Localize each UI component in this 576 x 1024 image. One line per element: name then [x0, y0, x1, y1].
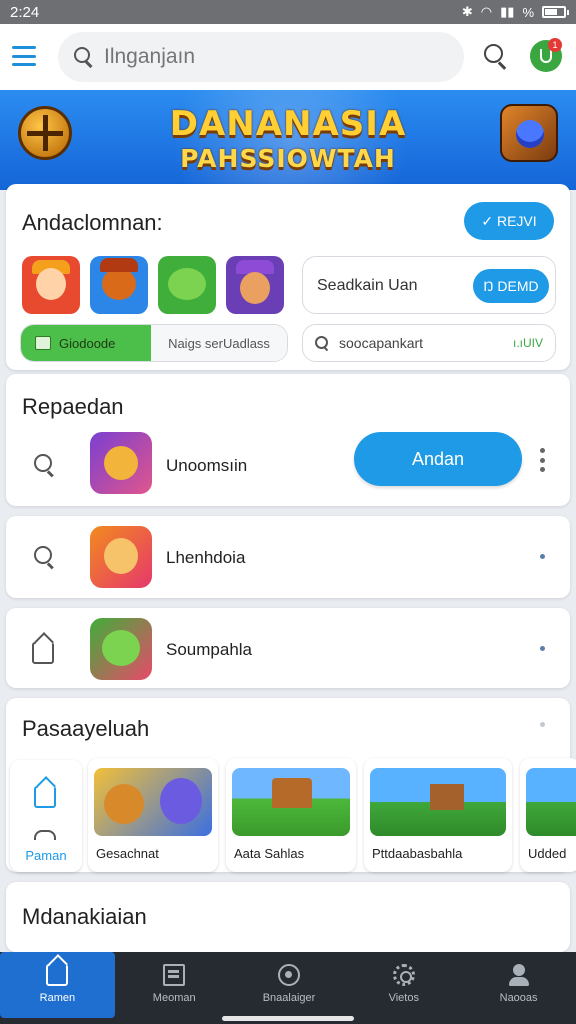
list-item[interactable]: Soumpahla: [6, 608, 570, 688]
status-time: 2:24: [10, 3, 40, 21]
status-bar: 2:24 ✱ ◠ ▮▮ %: [0, 0, 576, 24]
more-icon[interactable]: [540, 722, 545, 727]
game-app-icon[interactable]: [226, 256, 284, 314]
game-card[interactable]: Udded: [520, 758, 576, 872]
nav-item-settings[interactable]: Vietos: [346, 952, 461, 1024]
battery-icon: [542, 6, 569, 18]
demo-button[interactable]: Ŋ DEMD: [473, 269, 549, 303]
tab-active-label: Giodoode: [59, 335, 116, 351]
filter-search[interactable]: soocapankart ı.ıUIV: [302, 324, 556, 362]
open-button[interactable]: Andan: [354, 432, 522, 486]
nav-item-list[interactable]: Meoman: [117, 952, 232, 1024]
user-icon: [540, 49, 552, 63]
app-name: Unoomsıin: [166, 456, 248, 475]
home-icon: [34, 786, 56, 808]
home-tile-label: Paman: [25, 848, 67, 863]
notification-badge: 1: [548, 38, 562, 52]
filter-value: ı.ıUIV: [512, 336, 543, 350]
search-card-label: Seadkain Uan: [317, 277, 418, 294]
app-name: Soumpahla: [166, 640, 253, 659]
search-icon: [74, 47, 94, 67]
new-button[interactable]: ✓ REJVI: [464, 202, 554, 240]
search-card[interactable]: Seadkain Uan Ŋ DEMD: [302, 256, 556, 314]
nav-item-circle[interactable]: Bnaalaiger: [232, 952, 347, 1024]
section-title: Pasaayeluah: [22, 716, 150, 741]
list-icon: [163, 964, 186, 986]
promo-banner[interactable]: DANANASIA PAHSSIOWTAH: [0, 90, 576, 190]
search-icon: [32, 452, 56, 476]
menu-icon[interactable]: [12, 46, 36, 66]
search-button[interactable]: [484, 44, 510, 70]
game-title: Udded: [528, 846, 567, 861]
more-section: Mdanakiaian: [6, 882, 570, 952]
top-app-bar: 1: [0, 24, 576, 90]
home-indicator[interactable]: [222, 1016, 354, 1021]
gear-icon: [392, 964, 415, 986]
search-icon: [32, 544, 56, 568]
more-options-icon[interactable]: [540, 554, 545, 559]
game-app-icon[interactable]: [158, 256, 216, 314]
nav-label: Vietos: [388, 992, 419, 1004]
circle-icon: [277, 964, 300, 986]
list-item[interactable]: Repaedan Unoomsıin Andan: [6, 374, 570, 506]
search-bar[interactable]: [58, 32, 464, 82]
battery-percent: %: [522, 4, 534, 20]
filter-search-text: soocapankart: [339, 335, 424, 351]
home-icon: [32, 642, 54, 664]
person-icon: [508, 964, 530, 986]
arch-icon: [34, 830, 56, 840]
game-title: Pttdaabasbahla: [372, 846, 463, 861]
banner-title: DANANASIA: [169, 104, 407, 144]
game-title: Gesachnat: [96, 846, 159, 861]
app-thumbnail: [90, 618, 152, 680]
game-character-icon: [500, 104, 558, 162]
document-icon: [35, 336, 51, 350]
home-tile[interactable]: Paman: [10, 760, 82, 872]
game-card[interactable]: Gesachnat: [88, 758, 218, 872]
app-thumbnail: [90, 432, 152, 494]
game-art: [526, 768, 576, 836]
game-app-icon[interactable]: [22, 256, 80, 314]
search-input[interactable]: [104, 45, 444, 69]
game-art: [94, 768, 212, 836]
status-icons: ✱ ◠ ▮▮ %: [461, 4, 569, 20]
game-app-icon[interactable]: [90, 256, 148, 314]
app-name: Lhenhdoia: [166, 548, 246, 567]
home-icon: [46, 964, 69, 986]
banner-subtitle: PAHSSIOWTAH: [180, 144, 396, 173]
section-title: Mdanakiaian: [22, 904, 147, 929]
nav-label: Ramen: [39, 992, 76, 1004]
featured-card: Andaclomnan: ✓ REJVI Seadkain Uan Ŋ DEMD…: [6, 184, 570, 370]
tab-active[interactable]: Giodoode: [21, 325, 151, 361]
game-art: [370, 768, 506, 836]
signal-icon: ▮▮: [500, 4, 515, 19]
nav-label: Meoman: [152, 992, 196, 1004]
list-item[interactable]: Lhenhdoia: [6, 516, 570, 598]
game-art: [232, 768, 350, 836]
bottom-navigation: Ramen Meoman Bnaalaiger Vietos Naooas: [0, 952, 576, 1024]
app-thumbnail: [90, 526, 152, 588]
popular-section: Pasaayeluah Paman Gesachnat Aata Sahlas …: [6, 698, 576, 872]
nav-item-profile[interactable]: Naooas: [461, 952, 576, 1024]
game-card[interactable]: Pttdaabasbahla: [364, 758, 512, 872]
nav-label: Naooas: [499, 992, 538, 1004]
game-card[interactable]: Aata Sahlas: [226, 758, 356, 872]
wifi-icon: ◠: [480, 4, 493, 19]
tab-other[interactable]: Naigs serUadlass: [151, 325, 287, 361]
more-options-icon[interactable]: [540, 448, 546, 472]
featured-heading: Andaclomnan:: [22, 210, 163, 235]
nav-label: Bnaalaiger: [262, 992, 316, 1004]
nav-item-home[interactable]: Ramen: [0, 952, 115, 1018]
game-title: Aata Sahlas: [234, 846, 305, 861]
bluetooth-icon: ✱: [461, 4, 473, 19]
search-icon: [315, 336, 329, 350]
category-tabs: Giodoode Naigs serUadlass: [20, 324, 288, 362]
more-options-icon[interactable]: [540, 646, 545, 651]
section-title: Repaedan: [22, 394, 124, 419]
